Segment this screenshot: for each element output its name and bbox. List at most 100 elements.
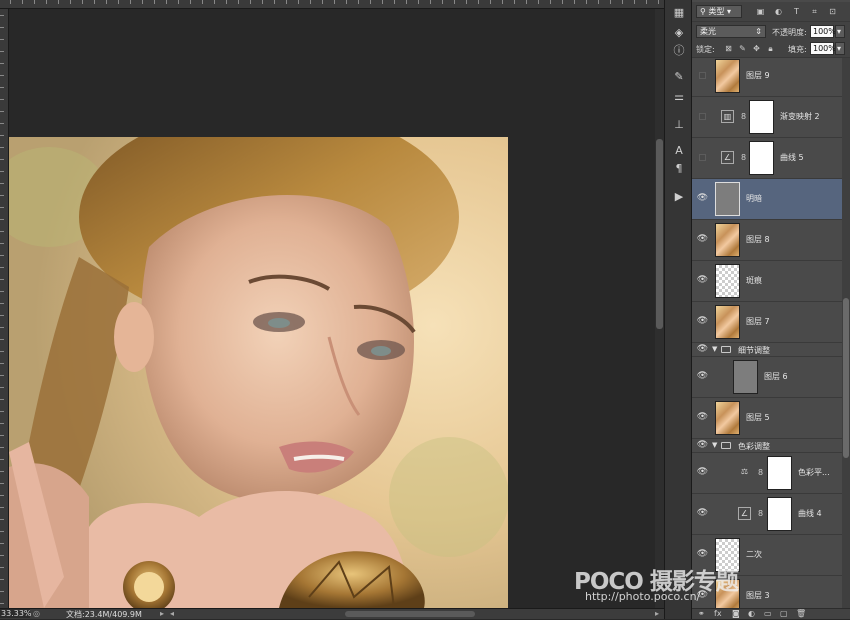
layer-mask[interactable]	[767, 497, 792, 531]
vertical-ruler[interactable]	[0, 9, 9, 608]
new-group-icon[interactable]: ▭	[764, 609, 772, 618]
new-adjustment-icon[interactable]: ◐	[748, 609, 755, 618]
opacity-field[interactable]: 100%	[810, 25, 836, 38]
chain-link-icon[interactable]: 8	[758, 508, 764, 519]
eye-icon[interactable]: 👁︎	[696, 508, 709, 519]
lock-transparent-icon[interactable]: ⊠	[724, 44, 733, 53]
info-icon[interactable]: ◎	[33, 609, 40, 618]
ruler-tick	[202, 0, 203, 4]
filter-kind-select[interactable]: ⚲ 类型 ▾	[696, 5, 742, 18]
visibility-toggle[interactable]	[699, 154, 706, 161]
eye-icon[interactable]: 👁︎	[696, 275, 709, 286]
layers-scrollbar[interactable]	[842, 58, 850, 608]
new-layer-icon[interactable]: ▢	[780, 609, 788, 618]
layer-row[interactable]: 👁︎ 斑痕	[692, 261, 842, 302]
layer-row[interactable]: 图层 9	[692, 58, 842, 97]
ruler-tick	[0, 447, 4, 448]
layer-row[interactable]: ▥ 8 渐变映射 2	[692, 97, 842, 138]
layer-mask[interactable]	[749, 100, 774, 134]
layer-row[interactable]: 👁︎ ∠ 8 曲线 4	[692, 494, 842, 535]
expand-triangle-icon[interactable]: ▼	[712, 345, 717, 353]
blend-mode-select[interactable]: 柔光 ⇕	[696, 25, 766, 38]
canvas-vertical-scrollbar[interactable]	[655, 9, 664, 608]
status-menu-arrow-icon[interactable]: ▸	[160, 609, 164, 618]
visibility-toggle[interactable]	[699, 113, 706, 120]
horizontal-ruler[interactable]	[0, 0, 664, 9]
paragraph-icon[interactable]: ¶	[671, 162, 687, 176]
zoom-level[interactable]: 33.33%	[0, 609, 32, 618]
layer-row[interactable]: 👁︎ 图层 7	[692, 302, 842, 343]
clone-source-icon[interactable]: ⊥	[671, 118, 687, 132]
delete-layer-icon[interactable]: 🗑︎	[796, 609, 806, 618]
opacity-dropdown[interactable]: ▾	[835, 25, 845, 38]
document-canvas[interactable]	[9, 9, 655, 608]
layer-row[interactable]: 👁︎ ⚖ 8 色彩平...	[692, 453, 842, 494]
chain-link-icon[interactable]: 8	[758, 467, 764, 478]
group-name: 细节调整	[738, 346, 770, 355]
layer-mask[interactable]	[749, 141, 774, 175]
layer-row[interactable]: 👁︎ 图层 6	[692, 357, 842, 398]
visibility-toggle[interactable]	[699, 72, 706, 79]
adjust-icon[interactable]: ◈	[671, 26, 687, 40]
ruler-tick	[526, 0, 527, 4]
ruler-tick	[310, 0, 311, 4]
shape-filter-icon[interactable]: ⌗	[810, 7, 819, 16]
eye-icon[interactable]: 👁︎	[696, 193, 709, 204]
adjustment-filter-icon[interactable]: ◐	[774, 7, 783, 16]
ruler-tick	[418, 0, 419, 4]
eye-icon[interactable]: 👁︎	[696, 590, 709, 601]
scroll-thumb[interactable]	[843, 298, 849, 458]
eye-icon[interactable]: 👁︎	[696, 316, 709, 327]
eye-icon[interactable]: 👁︎	[696, 412, 709, 423]
layer-row[interactable]: ∠ 8 曲线 5	[692, 138, 842, 179]
eye-icon[interactable]: 👁︎	[696, 344, 709, 355]
layer-group-row[interactable]: 👁︎ ▼ 细节调整	[692, 343, 842, 357]
link-layers-icon[interactable]: ⚭	[698, 609, 705, 618]
blend-row: 柔光 ⇕ 不透明度: 100% ▾	[692, 22, 850, 42]
eye-icon[interactable]: 👁︎	[696, 467, 709, 478]
ruler-tick	[0, 183, 4, 184]
ruler-tick	[0, 219, 4, 220]
layer-row[interactable]: 👁︎ 二次	[692, 535, 842, 576]
eye-icon[interactable]: 👁︎	[696, 234, 709, 245]
layer-mask[interactable]	[767, 456, 792, 490]
character-icon[interactable]: A	[671, 144, 687, 158]
layer-row[interactable]: 👁︎ 图层 5	[692, 398, 842, 439]
chain-link-icon[interactable]: 8	[741, 152, 747, 163]
history-icon[interactable]: ▦	[671, 6, 687, 20]
lock-pixels-icon[interactable]: ✎	[738, 44, 747, 53]
layer-group-row[interactable]: 👁︎ ▼ 色彩调整	[692, 439, 842, 453]
layer-style-icon[interactable]: fx	[714, 609, 722, 618]
eye-icon[interactable]: 👁︎	[696, 549, 709, 560]
portrait-photo[interactable]	[9, 137, 508, 608]
sliders-icon[interactable]: ⚌	[671, 90, 687, 104]
info-panel-icon[interactable]: ⓘ	[671, 44, 687, 58]
chevron-down-icon: ⇕	[755, 27, 762, 36]
layer-thumbnail	[715, 223, 740, 257]
ruler-tick	[550, 0, 551, 4]
fill-dropdown[interactable]: ▾	[835, 42, 845, 55]
layer-thumbnail	[715, 579, 740, 608]
brush-icon[interactable]: ✎	[671, 70, 687, 84]
layer-name: 二次	[746, 550, 762, 559]
horizontal-scroll-thumb[interactable]	[345, 611, 475, 617]
layer-row[interactable]: 👁︎ 图层 3	[692, 576, 842, 608]
eye-icon[interactable]: 👁︎	[696, 371, 709, 382]
pixel-filter-icon[interactable]: ▣	[756, 7, 765, 16]
fill-field[interactable]: 100%	[810, 42, 836, 55]
scroll-thumb[interactable]	[656, 139, 663, 329]
actions-play-icon[interactable]: ▶	[671, 190, 687, 204]
scroll-right-icon[interactable]: ▸	[655, 609, 659, 618]
smart-object-filter-icon[interactable]: ⊡	[828, 7, 837, 16]
eye-icon[interactable]: 👁︎	[696, 440, 709, 451]
ruler-tick	[574, 0, 575, 4]
layer-row[interactable]: 👁︎ 图层 8	[692, 220, 842, 261]
lock-all-icon[interactable]: 🔒︎	[766, 44, 775, 53]
add-mask-icon[interactable]: ◙	[732, 609, 740, 618]
expand-triangle-icon[interactable]: ▼	[712, 441, 717, 449]
layer-row-selected[interactable]: 👁︎ 明暗	[692, 179, 842, 220]
scroll-left-icon[interactable]: ◂	[170, 609, 174, 618]
lock-position-icon[interactable]: ✥	[752, 44, 761, 53]
chain-link-icon[interactable]: 8	[741, 111, 747, 122]
type-filter-icon[interactable]: T	[792, 7, 801, 16]
